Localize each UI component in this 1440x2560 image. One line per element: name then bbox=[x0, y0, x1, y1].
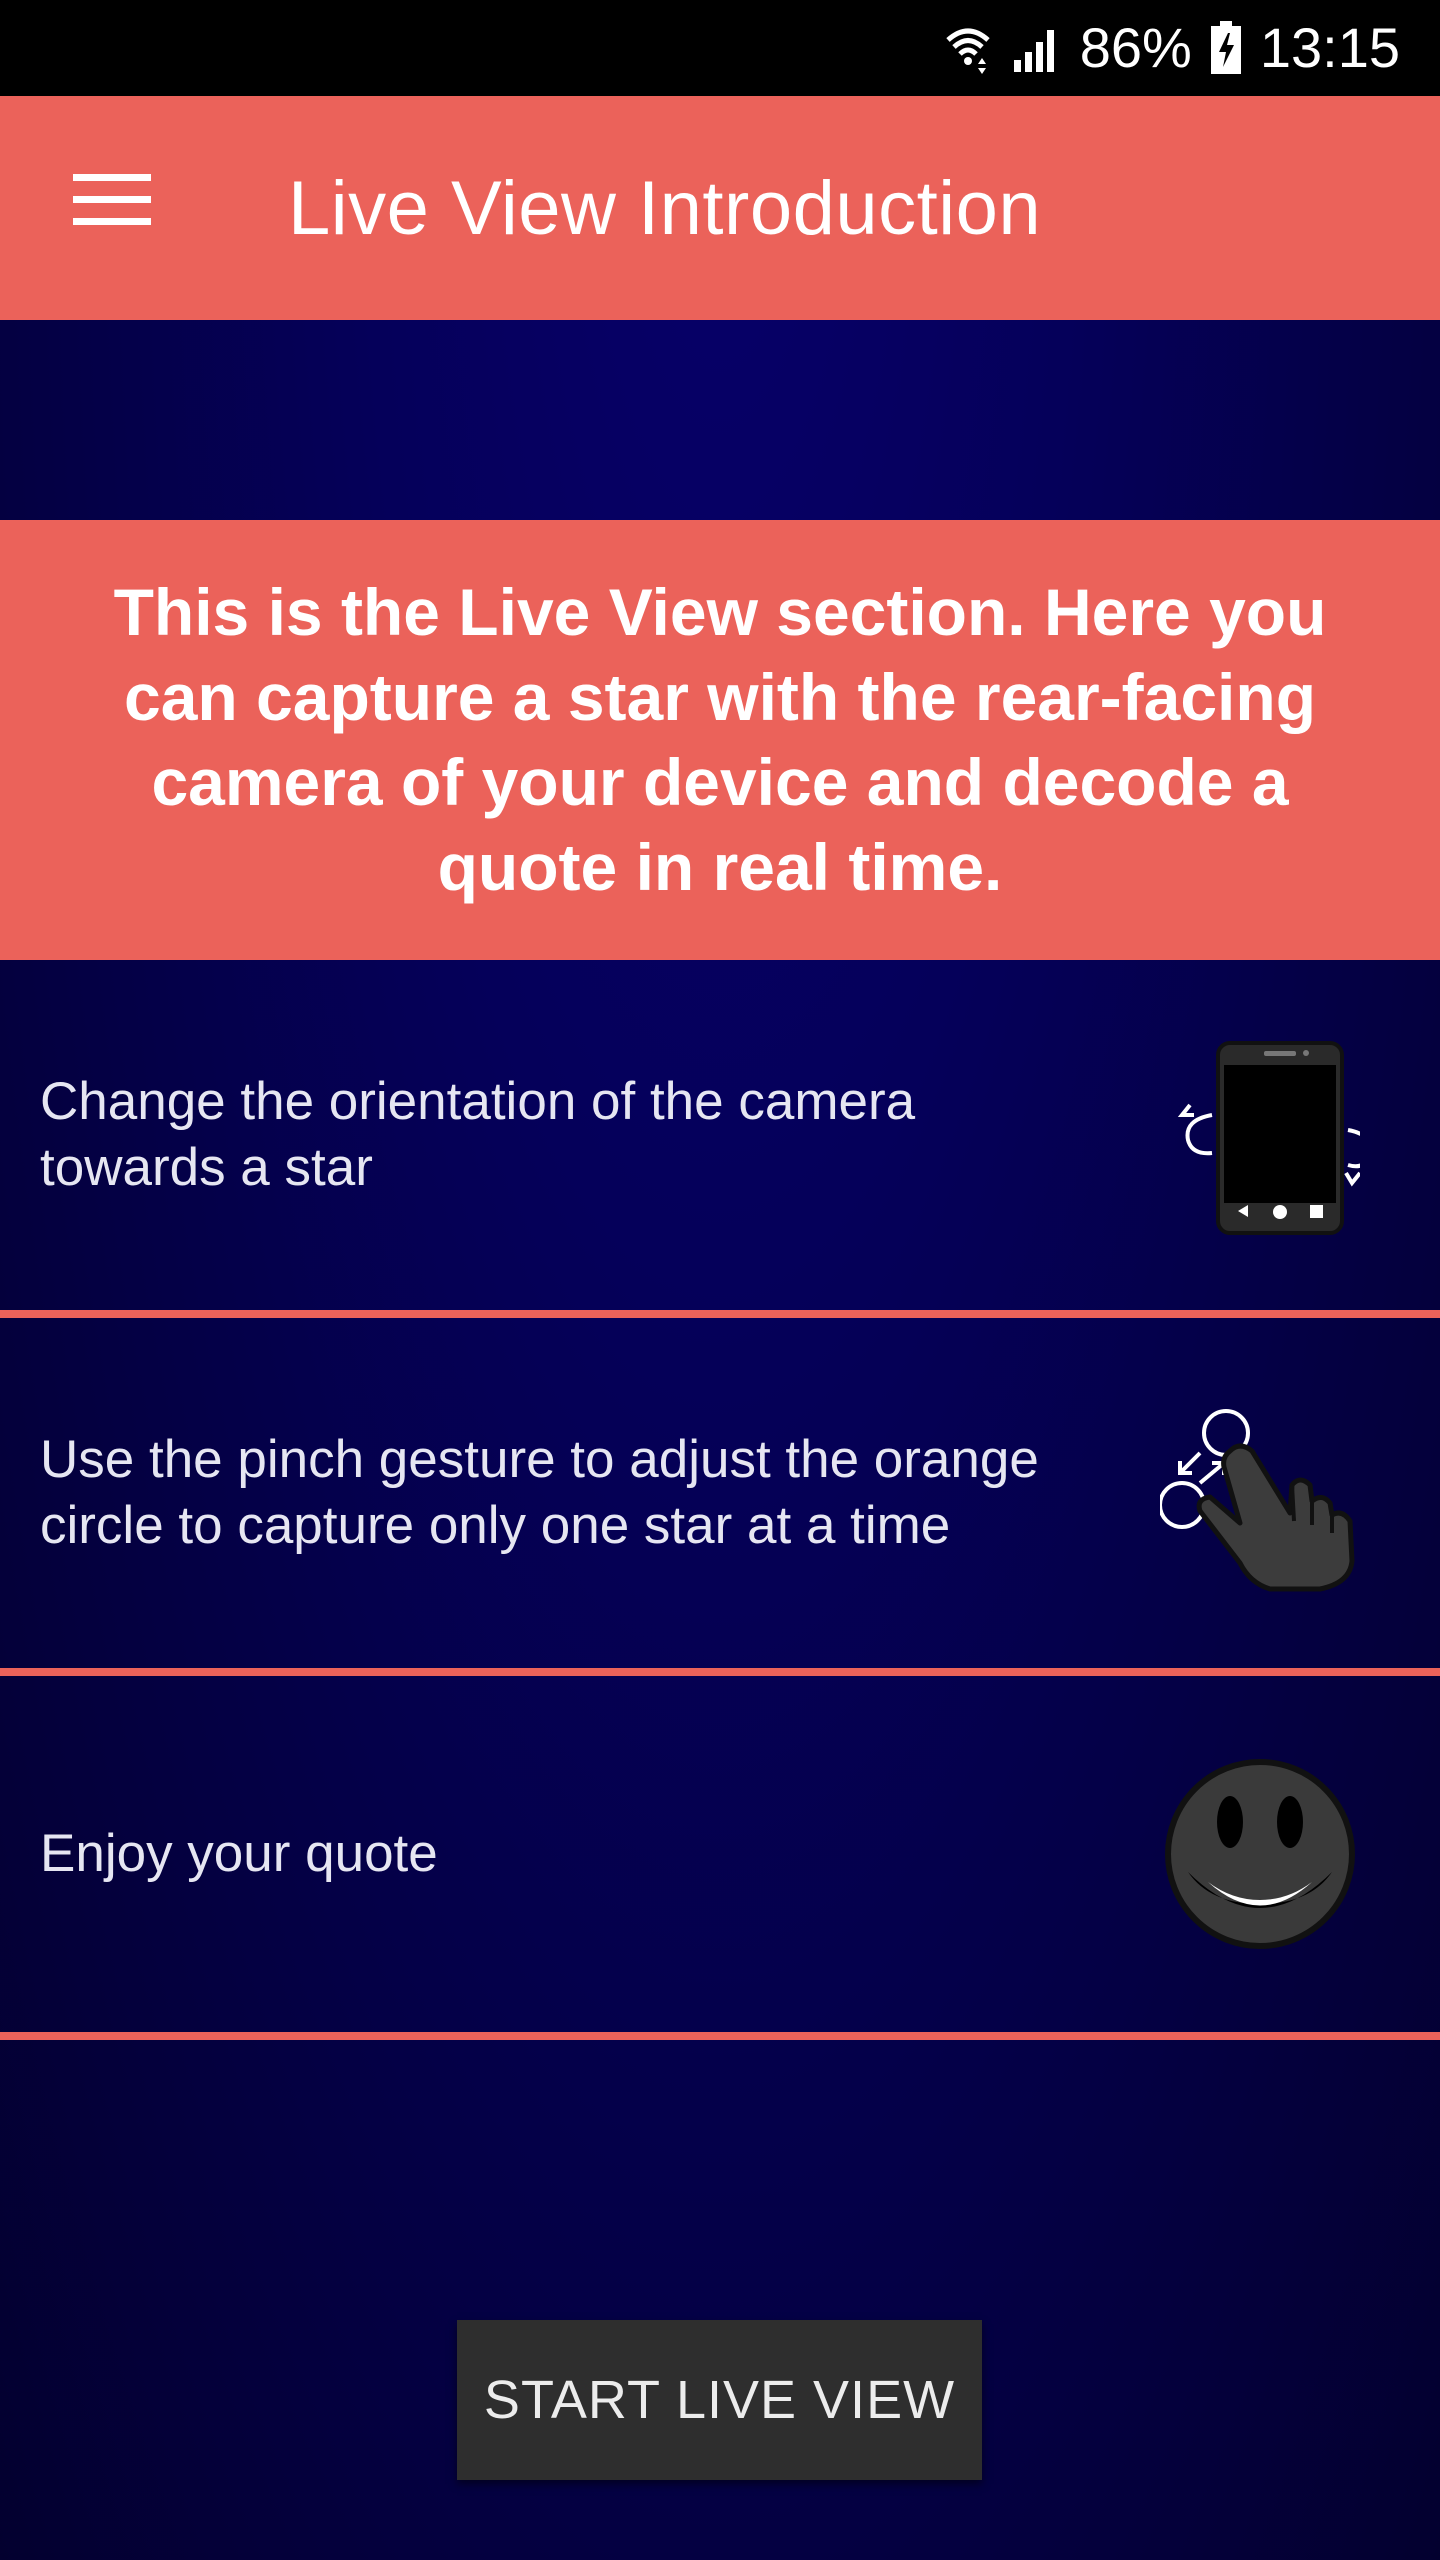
status-icons: 86% 13:15 bbox=[944, 0, 1400, 96]
rotate-phone-icon bbox=[1160, 1035, 1360, 1235]
smiley-face-icon bbox=[1160, 1754, 1360, 1954]
battery-percent: 86% bbox=[1079, 16, 1192, 79]
step-text: Change the orientation of the camera tow… bbox=[40, 1072, 916, 1197]
intro-banner: This is the Live View section. Here you … bbox=[0, 520, 1440, 960]
step-enjoy: Enjoy your quote bbox=[0, 1676, 1440, 2040]
clock: 13:15 bbox=[1259, 16, 1400, 79]
start-live-view-button[interactable]: START LIVE VIEW bbox=[457, 2320, 982, 2480]
step-text: Enjoy your quote bbox=[40, 1824, 438, 1883]
live-view-intro-screen: 86% 13:15 Live View Introduction This is… bbox=[0, 0, 1440, 2560]
pinch-gesture-icon bbox=[1160, 1393, 1360, 1593]
intro-text: This is the Live View section. Here you … bbox=[113, 575, 1327, 904]
status-bar: 86% 13:15 bbox=[0, 0, 1440, 96]
hamburger-menu-icon[interactable] bbox=[60, 144, 164, 256]
step-pinch: Use the pinch gesture to adjust the oran… bbox=[0, 1318, 1440, 1676]
battery-charging-icon bbox=[1210, 21, 1242, 75]
step-text: Use the pinch gesture to adjust the oran… bbox=[40, 1430, 1039, 1555]
page-title: Live View Introduction bbox=[288, 165, 1042, 251]
signal-icon bbox=[1010, 22, 1062, 74]
app-bar: Live View Introduction bbox=[0, 96, 1440, 320]
wifi-icon bbox=[944, 22, 992, 74]
step-orientation: Change the orientation of the camera tow… bbox=[0, 960, 1440, 1318]
